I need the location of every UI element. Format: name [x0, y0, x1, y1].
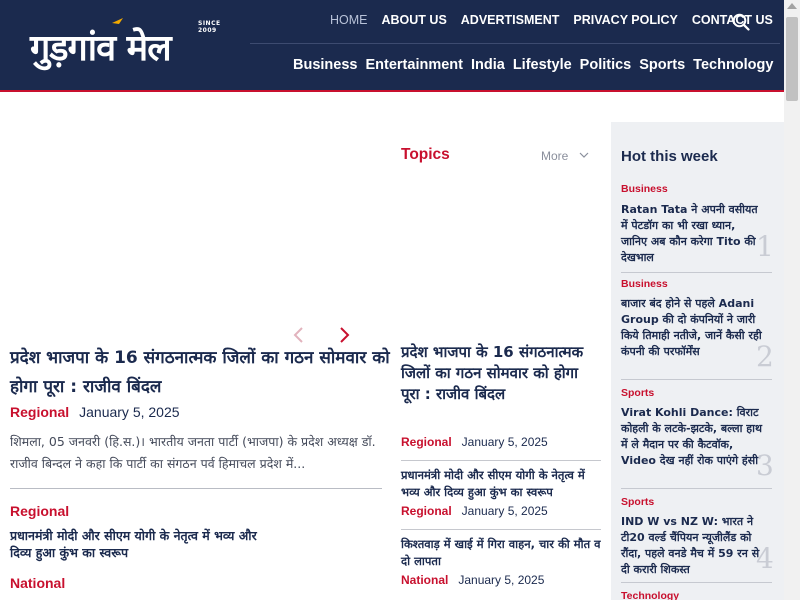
chevron-left-icon[interactable] [292, 326, 306, 344]
chevron-down-icon[interactable] [579, 151, 589, 159]
header-accent-line [0, 90, 784, 92]
topics-item-meta: National January 5, 2025 [401, 573, 544, 587]
header-divider [250, 43, 780, 44]
hot-item-category[interactable]: Sports [621, 387, 654, 399]
top-nav-advertisment[interactable]: ADVERTISMENT [461, 13, 560, 27]
category-nav: Business Entertainment India Lifestyle P… [293, 57, 773, 73]
search-icon[interactable] [732, 13, 750, 31]
hot-item-category[interactable]: Technology [621, 590, 679, 600]
logo-text: गुड़गांव मेल [30, 28, 172, 69]
topics-lead-category[interactable]: Regional [401, 435, 452, 449]
hot-item-category[interactable]: Business [621, 278, 668, 290]
hot-item-divider [621, 582, 772, 583]
hot-item-rank: 4 [756, 542, 774, 575]
category-nav-entertainment[interactable]: Entertainment [365, 57, 463, 73]
featured-category[interactable]: Regional [10, 404, 69, 420]
category-nav-lifestyle[interactable]: Lifestyle [513, 57, 572, 73]
site-logo[interactable]: गुड़गांव मेल SINCE 2009 [30, 18, 230, 74]
logo-since: SINCE 2009 [198, 20, 221, 34]
featured-excerpt: शिमला, 05 जनवरी (हि.स.)। भारतीय जनता पार… [10, 434, 376, 471]
hot-item-title[interactable]: Ratan Tata ने अपनी वसीयत में पेटडॉग का भ… [621, 202, 763, 266]
scroll-up-icon[interactable] [787, 3, 797, 9]
top-nav-privacy[interactable]: PRIVACY POLICY [573, 13, 677, 27]
category-nav-technology[interactable]: Technology [693, 57, 773, 73]
list-item-title[interactable]: प्रधानमंत्री मोदी और सीएम योगी के नेतृत्… [10, 527, 270, 561]
hot-this-week-sidebar: Hot this week Business Ratan Tata ने अपन… [611, 122, 784, 600]
hot-item-rank: 3 [756, 449, 774, 482]
topics-item-title[interactable]: किश्तवाड़ में खाई में गिरा वाहन, चार की … [401, 536, 601, 570]
left-divider [10, 488, 382, 489]
topics-lead-title[interactable]: प्रदेश भाजपा के 16 संगठनात्मक जिलों का ग… [401, 342, 601, 405]
topics-heading: Topics [401, 146, 450, 163]
hot-item-title[interactable]: बाजार बंद होने से पहले Adani Group की दो… [621, 296, 763, 360]
category-nav-business[interactable]: Business [293, 57, 357, 73]
hot-item-rank: 2 [756, 340, 774, 373]
hot-item-divider [621, 379, 772, 380]
category-nav-politics[interactable]: Politics [580, 57, 632, 73]
top-nav-about[interactable]: ABOUT US [382, 13, 447, 27]
featured-meta: Regional January 5, 2025 [10, 404, 180, 420]
hot-item-category[interactable]: Sports [621, 496, 654, 508]
hot-item-category[interactable]: Business [621, 183, 668, 195]
hot-this-week-heading: Hot this week [621, 148, 718, 165]
topics-item-date: January 5, 2025 [458, 573, 545, 587]
site-header: गुड़गांव मेल SINCE 2009 HOME ABOUT US AD… [0, 0, 784, 90]
top-nav: HOME ABOUT US ADVERTISMENT PRIVACY POLIC… [330, 13, 773, 27]
topics-lead-meta: Regional January 5, 2025 [401, 435, 548, 449]
scroll-thumb[interactable] [786, 17, 798, 101]
hot-item-title[interactable]: IND W vs NZ W: भारत ने टी20 वर्ल्ड चैंपि… [621, 514, 763, 578]
page-scrollbar[interactable] [784, 0, 800, 600]
topics-divider [401, 460, 601, 461]
topics-item-category[interactable]: National [401, 573, 448, 587]
hot-item-rank: 1 [756, 230, 774, 263]
hot-item-divider [621, 488, 772, 489]
topics-item-date: January 5, 2025 [461, 504, 548, 518]
hot-item-divider [621, 272, 772, 273]
topics-item-category[interactable]: Regional [401, 504, 452, 518]
topics-item-meta: Regional January 5, 2025 [401, 504, 548, 518]
featured-title[interactable]: प्रदेश भाजपा के 16 संगठनात्मक जिलों का ग… [10, 344, 390, 402]
more-dropdown[interactable]: More [541, 149, 568, 163]
category-nav-india[interactable]: India [471, 57, 505, 73]
topics-lead-date: January 5, 2025 [461, 435, 548, 449]
topics-divider [401, 529, 601, 530]
chevron-right-icon[interactable] [337, 326, 351, 344]
featured-date: January 5, 2025 [79, 404, 180, 420]
list-item-category[interactable]: National [10, 575, 65, 591]
topics-item-title[interactable]: प्रधानमंत्री मोदी और सीएम योगी के नेतृत्… [401, 467, 601, 501]
hot-item-title[interactable]: Virat Kohli Dance: विराट कोहली के लटके-झ… [621, 405, 763, 469]
top-nav-home[interactable]: HOME [330, 13, 368, 27]
list-item-category[interactable]: Regional [10, 503, 69, 519]
category-nav-sports[interactable]: Sports [639, 57, 685, 73]
